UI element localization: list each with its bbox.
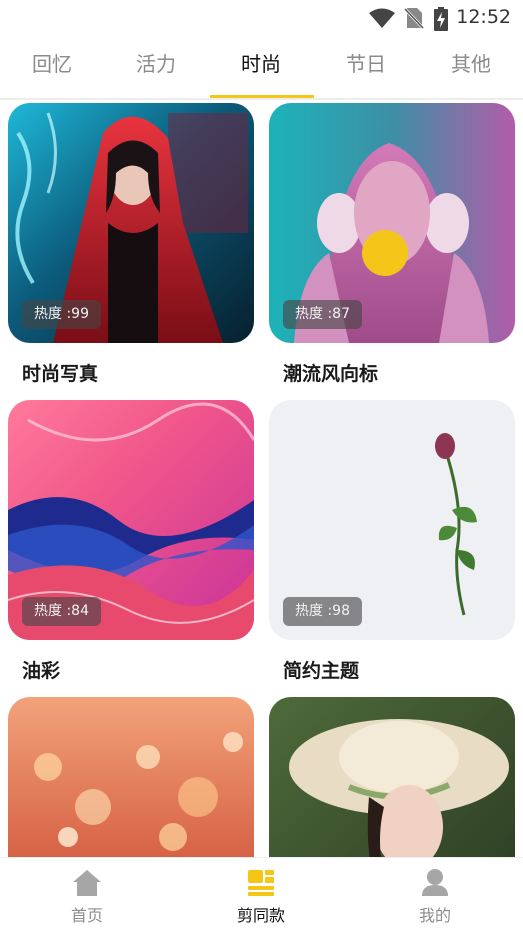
status-time: 12:52 — [456, 6, 511, 28]
card-thumbnail[interactable]: 热度 :98 — [269, 400, 515, 640]
heat-badge: 热度 :98 — [283, 597, 362, 626]
tab-other[interactable]: 其他 — [419, 36, 523, 98]
tab-festival[interactable]: 节日 — [314, 36, 418, 98]
nav-home[interactable]: 首页 — [0, 858, 174, 931]
template-icon — [248, 870, 274, 896]
nav-profile[interactable]: 我的 — [348, 858, 522, 931]
nav-template-label: 剪同款 — [236, 906, 285, 925]
wifi-icon — [369, 8, 395, 28]
heat-badge: 热度 :87 — [283, 300, 362, 329]
template-card[interactable]: 热度 :87 潮流风向标 — [269, 103, 515, 385]
tab-fashion[interactable]: 时尚 — [209, 36, 313, 98]
heat-badge: 热度 :99 — [22, 300, 101, 329]
tab-divider — [0, 98, 523, 100]
nav-home-label: 首页 — [70, 906, 103, 925]
template-card[interactable]: 热度 :84 油彩 — [8, 400, 254, 682]
card-title: 潮流风向标 — [283, 363, 379, 385]
card-thumbnail[interactable]: 热度 :84 — [8, 400, 254, 640]
battery-charging-icon — [434, 7, 448, 31]
card-title: 油彩 — [22, 660, 61, 682]
status-bar: 12:52 — [0, 0, 523, 36]
nav-profile-label: 我的 — [418, 906, 451, 925]
heat-badge: 热度 :84 — [22, 597, 101, 626]
app-screen: 12:52 回忆 活力 时尚 节日 其他 热度:99 时尚写真 热度:87 … — [0, 0, 523, 931]
template-card[interactable]: 热度 :98 简约主题 — [269, 400, 515, 682]
no-sim-icon — [404, 7, 424, 29]
card-title: 简约主题 — [283, 660, 360, 682]
nav-template[interactable]: 剪同款 — [174, 858, 348, 931]
category-tabs: 回忆 活力 时尚 节日 其他 — [0, 36, 523, 98]
card-thumbnail[interactable]: 热度 :87 — [269, 103, 515, 343]
tab-memories[interactable]: 回忆 — [0, 36, 104, 98]
template-card[interactable]: 热度 :99 时尚写真 — [8, 103, 254, 385]
bottom-navigation: 首页 剪同款 我的 — [0, 857, 523, 931]
card-thumbnail[interactable]: 热度 :99 — [8, 103, 254, 343]
home-icon — [73, 870, 101, 896]
card-title: 时尚写真 — [22, 363, 99, 385]
profile-icon — [422, 869, 448, 896]
tab-vitality[interactable]: 活力 — [104, 36, 208, 98]
